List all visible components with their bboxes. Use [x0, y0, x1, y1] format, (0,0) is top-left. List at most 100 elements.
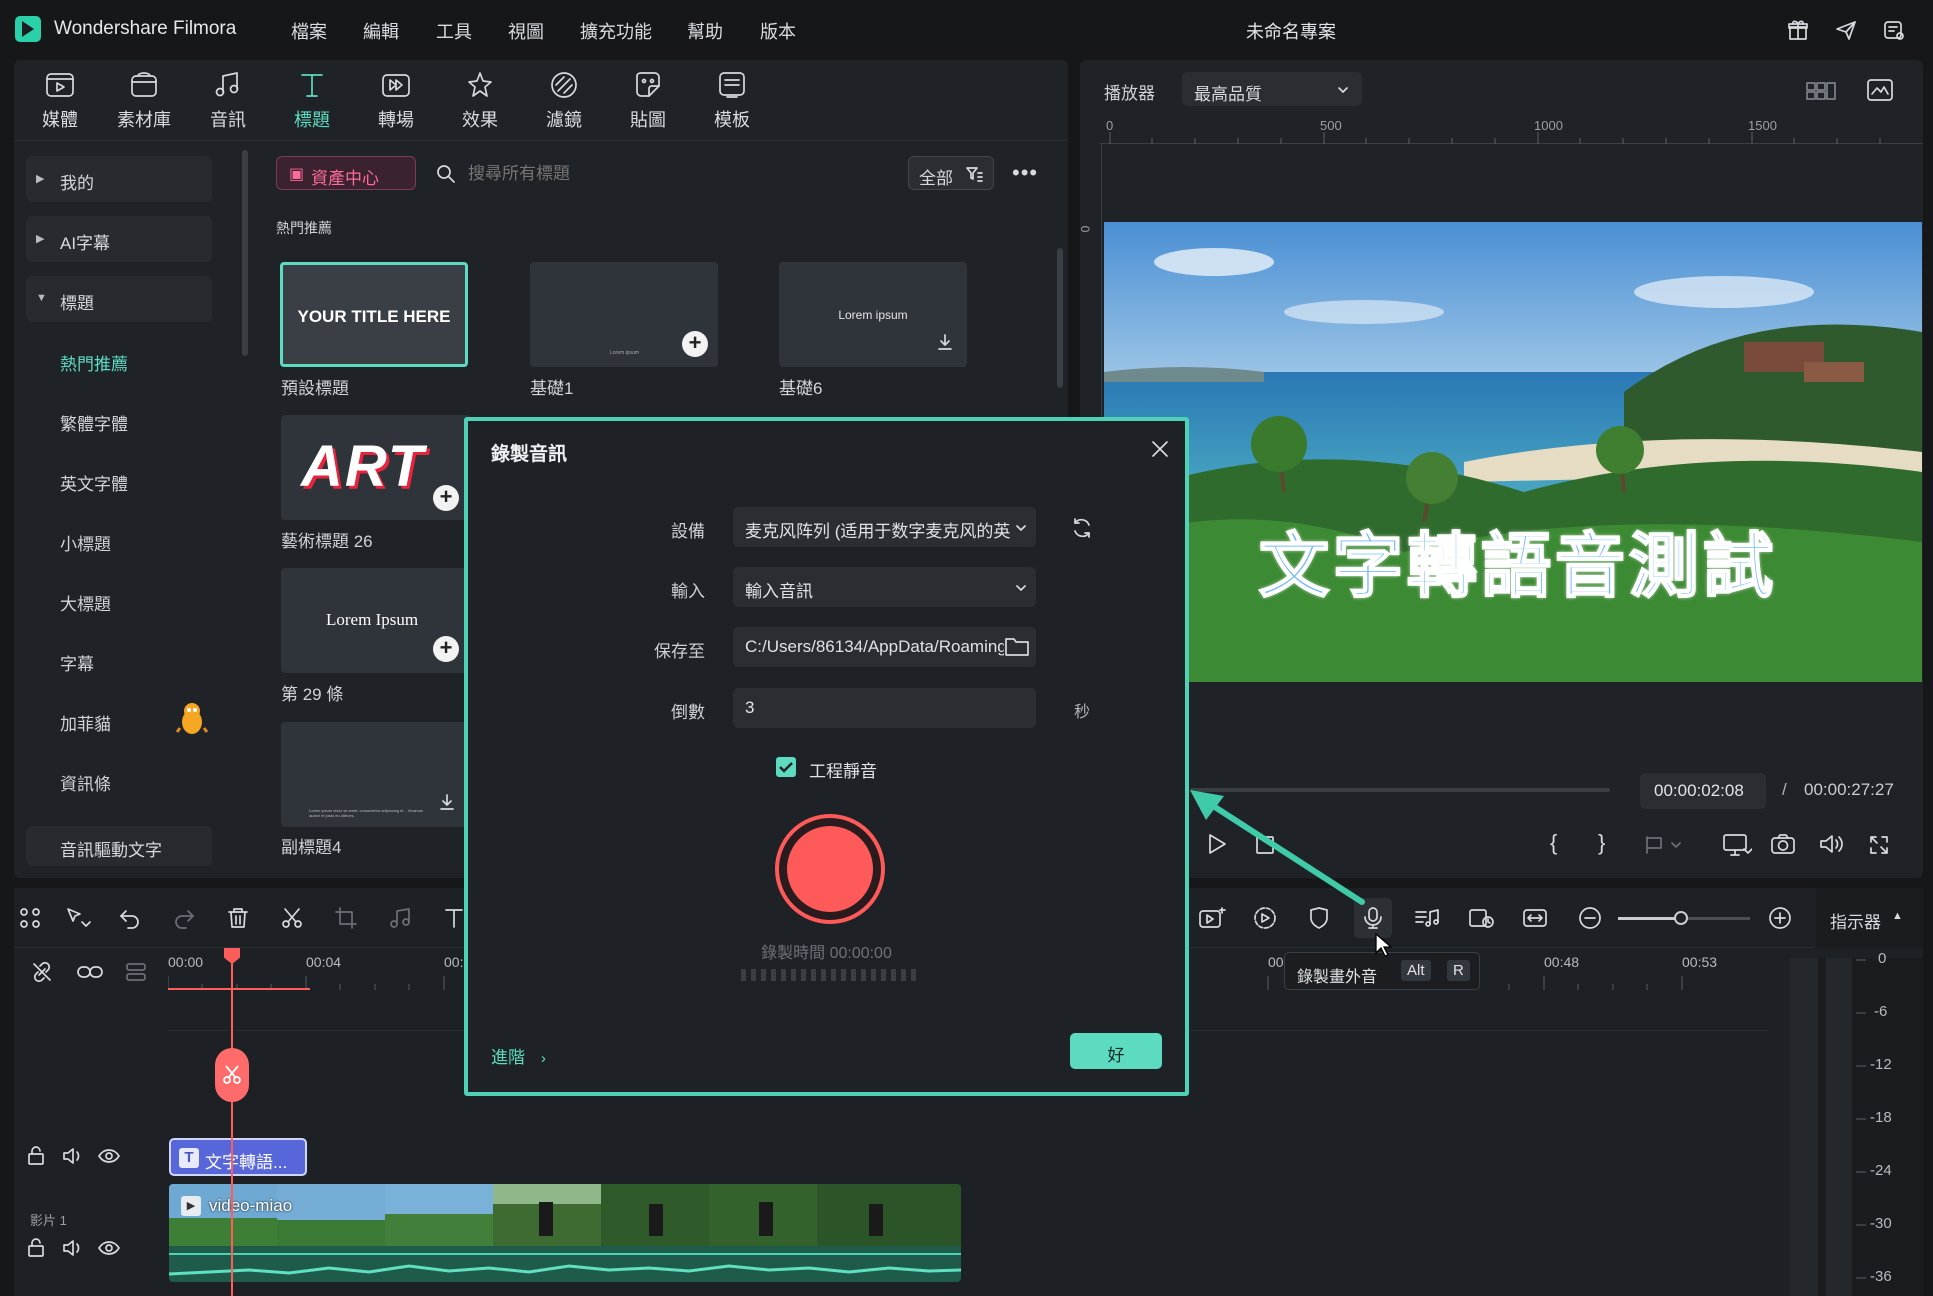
save-path-field[interactable]: C:/Users/86134/AppData/Roaming: [733, 627, 1036, 667]
download-icon[interactable]: [437, 792, 457, 812]
sidebar-item-trending[interactable]: 熱門推薦: [60, 350, 128, 375]
tab-templates[interactable]: 模板: [697, 68, 767, 132]
sidebar-item-traditional-fonts[interactable]: 繁體字體: [60, 410, 128, 435]
link-icon[interactable]: [76, 960, 104, 984]
video-preview[interactable]: 文字轉語音測試: [1104, 222, 1922, 682]
sidebar-item-garfield[interactable]: 加菲貓: [60, 710, 111, 735]
undo-icon[interactable]: [118, 906, 142, 930]
tab-titles[interactable]: 標題: [277, 68, 347, 132]
mark-out-icon[interactable]: }: [1598, 830, 1605, 856]
select-tool-icon[interactable]: [64, 906, 92, 930]
advanced-link[interactable]: 進階 ›: [491, 1043, 546, 1068]
meter-dropdown[interactable]: 指示器 ▲: [1816, 888, 1923, 948]
menu-extensions[interactable]: 擴充功能: [580, 18, 652, 44]
ok-button[interactable]: 好: [1070, 1033, 1162, 1069]
zoom-slider-handle[interactable]: [1674, 911, 1688, 925]
waveform-monitor-icon[interactable]: [1866, 78, 1894, 102]
menu-version[interactable]: 版本: [760, 18, 796, 44]
camera-icon[interactable]: [1770, 832, 1796, 856]
quality-dropdown[interactable]: 最高品質: [1182, 72, 1362, 106]
tab-media[interactable]: 媒體: [25, 68, 95, 132]
shield-icon[interactable]: [1308, 906, 1330, 930]
text-tool-icon[interactable]: [442, 906, 466, 930]
title-card-basic-6[interactable]: Lorem ipsum: [779, 262, 967, 367]
tab-stock[interactable]: 素材庫: [109, 68, 179, 132]
volume-icon[interactable]: [1818, 832, 1844, 856]
grid-view-icon[interactable]: [1806, 80, 1836, 102]
zoom-slider-track[interactable]: [1618, 911, 1750, 925]
delete-icon[interactable]: [226, 906, 250, 930]
fullscreen-icon[interactable]: [1868, 834, 1890, 856]
zoom-in-icon[interactable]: [1768, 906, 1792, 930]
lock-icon[interactable]: [26, 1238, 46, 1258]
track-layout-icon[interactable]: [124, 960, 148, 984]
tab-transitions[interactable]: 轉場: [361, 68, 431, 132]
record-button[interactable]: [775, 814, 885, 924]
sidebar-group-titles[interactable]: ▼ 標題: [26, 276, 212, 322]
title-clip[interactable]: T 文字轉語...: [169, 1138, 307, 1176]
title-card-default[interactable]: YOUR TITLE HERE: [280, 262, 468, 367]
sidebar-group-mine[interactable]: ▶ 我的: [26, 156, 212, 202]
speaker-icon[interactable]: [62, 1146, 84, 1166]
audio-edit-icon[interactable]: [388, 906, 412, 930]
speed-icon[interactable]: [1252, 906, 1278, 930]
content-scrollbar[interactable]: [1057, 248, 1063, 388]
redo-icon[interactable]: [172, 906, 196, 930]
split-playhead-button[interactable]: [215, 1048, 249, 1102]
mark-in-icon[interactable]: {: [1550, 830, 1557, 856]
more-options-icon[interactable]: •••: [1012, 160, 1038, 186]
link-off-icon[interactable]: [30, 960, 54, 984]
video-clip[interactable]: ▶ video-miao: [169, 1184, 961, 1282]
menu-tools[interactable]: 工具: [436, 18, 472, 44]
display-settings-icon[interactable]: [1722, 832, 1752, 858]
sidebar-item-titles-large[interactable]: 大標題: [60, 590, 111, 615]
fit-icon[interactable]: [1522, 906, 1548, 930]
eye-icon[interactable]: [98, 1240, 120, 1256]
crop-icon[interactable]: [334, 906, 358, 930]
snapshot-marker-icon[interactable]: [1644, 834, 1684, 856]
refresh-icon[interactable]: [1071, 517, 1093, 539]
add-icon[interactable]: +: [433, 485, 459, 511]
ai-clip-icon[interactable]: [1198, 906, 1226, 930]
mute-project-checkbox[interactable]: [776, 757, 796, 777]
speaker-icon[interactable]: [62, 1238, 84, 1258]
title-card-art-26[interactable]: ART +: [281, 415, 471, 520]
search-input[interactable]: [468, 158, 888, 190]
menu-file[interactable]: 檔案: [291, 18, 327, 44]
tab-audio[interactable]: 音訊: [193, 68, 263, 132]
tab-effects[interactable]: 效果: [445, 68, 515, 132]
device-select[interactable]: 麦克风阵列 (适用于数字麦克风的英: [733, 507, 1036, 547]
eye-icon[interactable]: [98, 1148, 120, 1164]
layout-grid-icon[interactable]: [18, 906, 42, 930]
gift-icon[interactable]: [1786, 18, 1810, 42]
sidebar-scrollbar[interactable]: [242, 150, 248, 356]
lock-icon[interactable]: [26, 1146, 46, 1166]
playhead-line[interactable]: [231, 950, 233, 1296]
title-card-subtitle-4[interactable]: Lorem ipsum dolor sit amet, consectetur …: [281, 722, 471, 827]
menu-view[interactable]: 視圖: [508, 18, 544, 44]
sidebar-item-english-fonts[interactable]: 英文字體: [60, 470, 128, 495]
title-card-29[interactable]: Lorem Ipsum +: [281, 568, 471, 673]
menu-edit[interactable]: 編輯: [363, 18, 399, 44]
tab-stickers[interactable]: 貼圖: [613, 68, 683, 132]
input-select[interactable]: 輸入音訊: [733, 567, 1036, 607]
sidebar-item-subtitles-small[interactable]: 小標題: [60, 530, 111, 555]
send-feedback-icon[interactable]: [1834, 18, 1858, 42]
filter-dropdown[interactable]: 全部: [908, 156, 994, 190]
folder-icon[interactable]: [1004, 635, 1030, 657]
asset-center-button[interactable]: ▣ 資產中心: [276, 156, 416, 190]
close-icon[interactable]: [1150, 439, 1170, 459]
overlay-title-text[interactable]: 文字轉語音測試: [1258, 510, 1777, 611]
countdown-input[interactable]: 3: [733, 688, 1036, 728]
add-icon[interactable]: +: [433, 636, 459, 662]
clip-settings-icon[interactable]: [1468, 906, 1496, 930]
download-icon[interactable]: [935, 332, 955, 352]
add-icon[interactable]: +: [682, 331, 708, 357]
zoom-out-icon[interactable]: [1578, 906, 1602, 930]
title-card-basic-1[interactable]: Lorem ipsum +: [530, 262, 718, 367]
sidebar-item-captions[interactable]: 字幕: [60, 650, 94, 675]
menu-help[interactable]: 幫助: [687, 18, 723, 44]
auto-beat-icon[interactable]: [1414, 906, 1440, 930]
sidebar-group-ai-subtitles[interactable]: ▶ AI字幕: [26, 216, 212, 262]
sidebar-item-info-bar[interactable]: 資訊條: [60, 770, 111, 795]
